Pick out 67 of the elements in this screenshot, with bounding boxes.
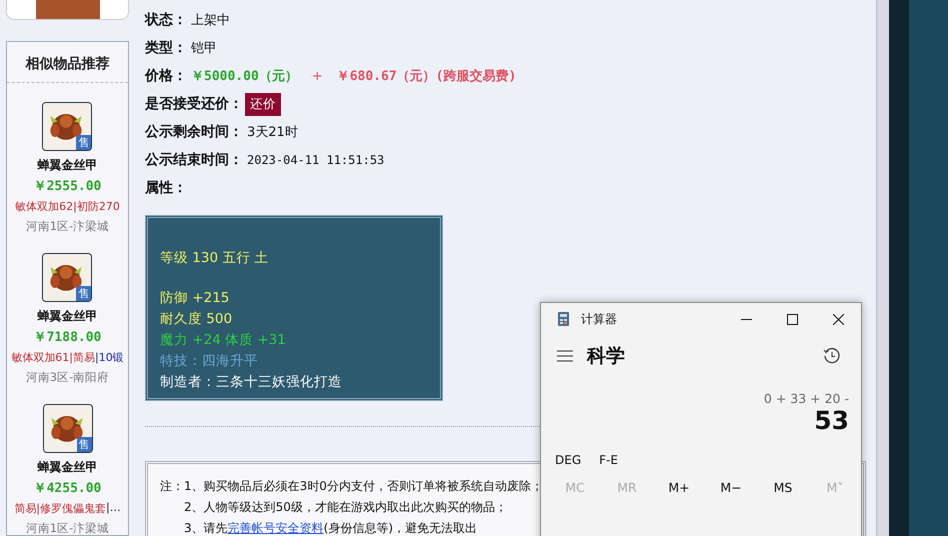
expression-text: 0 + 33 + 20 -	[764, 391, 849, 406]
item-tag: 敏体双加61	[11, 350, 70, 365]
item-price: ￥4255.00	[34, 480, 102, 497]
item-price: ￥2555.00	[34, 178, 102, 195]
panel-title: 相似物品推荐	[7, 42, 128, 83]
field-label: 公示结束时间：	[145, 151, 243, 169]
note-line: 3、请先完善帐号安全资料(身份信息等)，避免无法取出	[184, 520, 478, 536]
attribute-line: 魔力 +24 体质 +31	[160, 331, 287, 350]
item-server: 河南3区-南阳府	[26, 370, 110, 385]
sale-badge: 售	[76, 437, 92, 452]
attribute-line: 耐久度 500	[160, 310, 234, 329]
item-server: 河南1区-汴梁城	[26, 219, 110, 234]
item-tag: |修罗傀儡鬼套	[36, 501, 106, 516]
menu-icon[interactable]	[557, 350, 573, 362]
field-label: 公示剩余时间：	[145, 123, 243, 141]
field-label: 属性：	[145, 179, 187, 197]
attribute-line: 特技：四海升平	[160, 352, 259, 371]
calculator-icon	[558, 312, 569, 326]
item-thumbnail[interactable]: 售	[42, 102, 92, 151]
item-name[interactable]: 蝉翼金丝甲	[37, 157, 98, 174]
field-label: 是否接受还价：	[145, 95, 243, 113]
attribute-line: 防御 +215	[160, 289, 230, 308]
notes-label: 注：	[160, 478, 184, 495]
price-value: ￥5000.00（元）	[191, 68, 298, 85]
result-display: 53	[814, 406, 849, 435]
armor-drawing	[43, 103, 90, 149]
close-icon[interactable]	[832, 314, 844, 324]
security-link[interactable]: 完善帐号安全资料	[228, 521, 324, 535]
mode-title: 科学	[587, 344, 626, 369]
item-tag: 简易	[14, 501, 36, 516]
memory-button[interactable]: M+	[653, 480, 705, 495]
fe-button[interactable]: F-E	[599, 453, 618, 467]
field-value: 2023-04-11 11:51:53	[247, 153, 384, 167]
note-line: 2、人物等级达到50级，才能在游戏内取出此次购买的物品；	[184, 499, 507, 516]
fee-value: ￥680.67（元）(跨服交易费)	[336, 68, 516, 85]
bargain-button[interactable]: 还价	[245, 92, 281, 116]
item-tag: |初防270	[73, 199, 120, 214]
item-server: 河南1区-汴梁城	[26, 521, 110, 535]
note-line: 1、购买物品后必须在3时0分内支付，否则订单将被系统自动废除；	[184, 478, 543, 495]
attribute-line: 制造者：三条十三妖强化打造	[160, 373, 343, 392]
field-value: 上架中	[191, 12, 230, 29]
field-value: 铠甲	[191, 40, 217, 57]
angle-button[interactable]: DEG	[555, 453, 582, 467]
item-name[interactable]: 蝉翼金丝甲	[37, 308, 98, 325]
armor-drawing	[43, 254, 90, 300]
item-thumbnail[interactable]: 售	[42, 253, 92, 302]
history-icon[interactable]	[823, 347, 841, 365]
field-label: 价格：	[145, 67, 187, 85]
plus-sign: +	[312, 68, 323, 84]
item-thumbnail[interactable]: 售	[42, 404, 92, 453]
memory-button[interactable]: M−	[705, 480, 757, 495]
armor-drawing	[44, 405, 90, 451]
item-name[interactable]: 蝉翼金丝甲	[38, 459, 98, 476]
field-value: 3天21时	[247, 124, 298, 141]
memory-button[interactable]: MS	[757, 480, 809, 495]
item-price: ￥7188.00	[34, 329, 102, 346]
item-tag: |…	[106, 501, 121, 516]
sale-badge: 售	[76, 286, 92, 301]
item-tag: 敏体双加62	[15, 199, 74, 214]
attribute-line: 等级 130 五行 土	[160, 249, 270, 268]
field-label: 状态：	[145, 11, 187, 29]
item-tag: |简易	[69, 350, 95, 365]
item-tag: |10锻	[95, 350, 124, 365]
sale-badge: 售	[76, 135, 92, 150]
maximize-icon[interactable]	[786, 314, 798, 324]
window-title: 计算器	[581, 310, 618, 328]
field-label: 类型：	[145, 39, 187, 57]
